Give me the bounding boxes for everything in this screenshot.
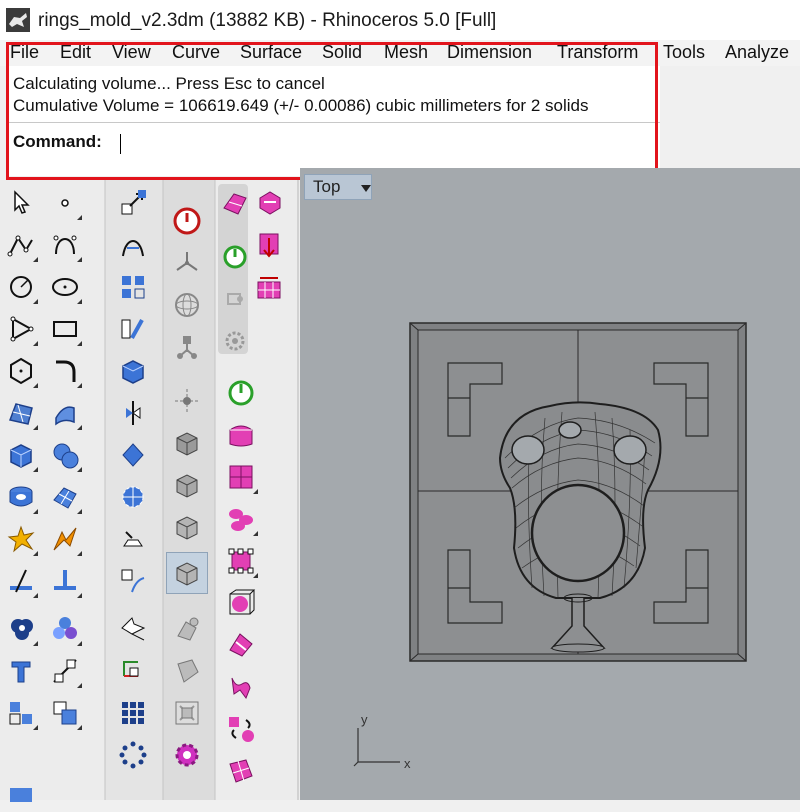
highlight-annotation [6,42,658,180]
model-canvas: y x [353,322,747,771]
mesh-tool-icon[interactable] [170,612,204,646]
boolean-union-icon[interactable] [4,612,38,646]
box-edit-icon[interactable] [116,354,150,388]
boolean-difference-icon[interactable] [48,612,82,646]
circle-icon[interactable] [4,270,38,304]
split-icon[interactable] [48,522,82,556]
axis-label-x: x [404,756,411,771]
pink-cycle-icon[interactable] [224,712,258,746]
record-history-icon[interactable] [252,228,286,262]
array-icon[interactable] [48,696,82,730]
title-bar: rings_mold_v2.3dm (13882 KB) - Rhinocero… [0,0,800,41]
join-icon[interactable] [48,564,82,598]
surface-from-curves-icon[interactable] [4,396,38,430]
polar-array-icon[interactable] [116,738,150,772]
project-icon[interactable] [116,612,150,646]
ellipse-icon[interactable] [48,270,82,304]
vertex-snap-icon[interactable] [170,330,204,364]
cube-2-icon[interactable] [170,468,204,502]
pink-shapes-icon[interactable] [224,502,258,536]
blend-tool-icon[interactable] [170,654,204,688]
dimension-text-icon[interactable] [4,654,38,688]
axis-label-y: y [361,712,368,727]
sphere-snap-icon[interactable] [170,288,204,322]
pink-wings-icon[interactable] [224,628,258,662]
rectangle-icon[interactable] [48,312,82,346]
solid-sphere-icon[interactable] [48,438,82,472]
menu-analyze[interactable]: Analyze [725,42,789,63]
explode-icon[interactable] [4,522,38,556]
cylinder-solid-icon[interactable] [4,480,38,514]
rotate-control-points-icon[interactable] [116,228,150,262]
pink-shape-icon[interactable] [252,186,286,220]
scale-icon[interactable] [116,270,150,304]
group-icon[interactable] [4,696,38,730]
polyline-icon[interactable] [4,228,38,262]
polyline-on-mesh-icon[interactable] [116,522,150,556]
fillet-curves-icon[interactable] [48,354,82,388]
hexagon-polygon-icon[interactable] [4,354,38,388]
power-off-icon[interactable] [170,204,204,238]
rhino-logo-icon [6,8,30,32]
mesh-surface-icon[interactable] [48,480,82,514]
select-arrow-icon[interactable] [4,186,38,220]
solid-box-icon[interactable] [4,438,38,472]
pink-chair-icon[interactable] [224,670,258,704]
radial-snap-icon[interactable] [170,246,204,280]
trim-icon[interactable] [4,564,38,598]
power-on-icon[interactable] [218,240,252,274]
curve-blend-icon[interactable] [116,564,150,598]
render-material-icon[interactable] [218,186,252,220]
cube-3-icon[interactable] [170,510,204,544]
smart-track-icon[interactable] [170,384,204,418]
pink-grid-icon[interactable] [224,544,258,578]
material-cube-icon[interactable] [224,418,258,452]
extrude-surface-icon[interactable] [48,396,82,430]
curve-icon[interactable] [48,228,82,262]
multi-cube-icon[interactable] [224,460,258,494]
menu-tools[interactable]: Tools [663,42,705,63]
viewport-top[interactable]: Top y x [300,168,800,800]
surface-edit-icon[interactable] [116,438,150,472]
sphere-in-cube-icon[interactable] [224,586,258,620]
cube-4-icon[interactable] [166,552,208,594]
pink-grid-surface-icon[interactable] [224,754,258,788]
lighting-icon[interactable] [224,376,258,410]
world-axes-icon [353,728,400,767]
mesh-repair-icon[interactable] [170,696,204,730]
offset-curve-icon[interactable] [48,654,82,688]
history-link-icon[interactable] [218,282,252,316]
move-icon[interactable] [116,186,150,220]
grid-array-icon[interactable] [116,696,150,730]
window-title: rings_mold_v2.3dm (13882 KB) - Rhinocero… [38,10,497,31]
block-icon[interactable] [4,778,38,812]
rotate-icon[interactable] [116,654,150,688]
settings-gear-icon[interactable] [218,324,252,358]
point-icon[interactable] [48,186,82,220]
multi-grid-icon[interactable] [252,270,286,304]
gumball-icon[interactable] [116,396,150,430]
toolbar-panel [0,180,300,802]
gear-icon[interactable] [170,738,204,772]
curve-tools-icon[interactable] [116,312,150,346]
polygon-icon[interactable] [4,312,38,346]
curve-on-surface-icon[interactable] [116,480,150,514]
cube-1-icon[interactable] [170,426,204,460]
